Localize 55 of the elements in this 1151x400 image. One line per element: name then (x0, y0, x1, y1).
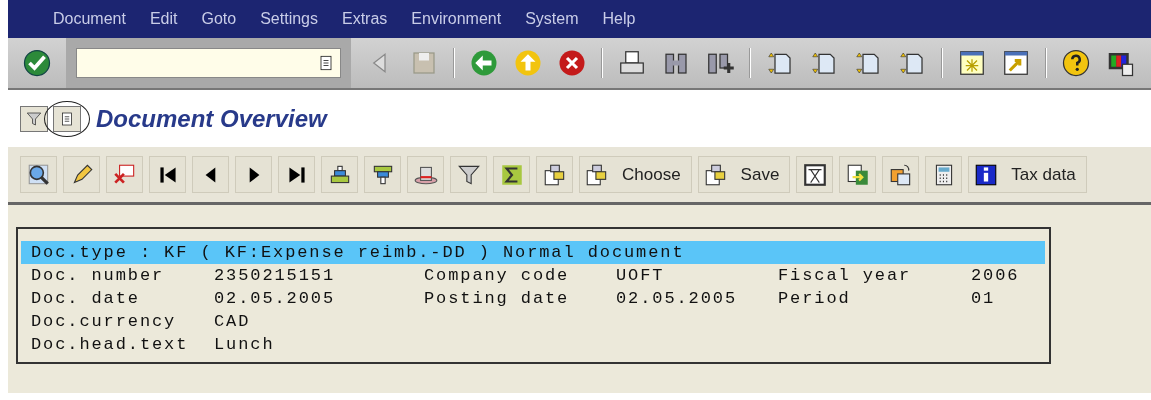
command-field[interactable] (76, 48, 341, 78)
enter-icon[interactable] (22, 48, 52, 78)
field-value: UOFT (616, 265, 666, 287)
toolbar-button[interactable]: Choose (579, 156, 692, 193)
toolbar-button[interactable] (839, 156, 877, 193)
menu-item[interactable]: System (513, 0, 591, 38)
toolbar-button[interactable] (278, 156, 315, 193)
field-value: 02.05.2005 (616, 288, 739, 310)
field-value: 2006 (971, 265, 1020, 287)
menu-item[interactable]: Help (590, 0, 648, 38)
toolbar-button[interactable] (63, 156, 100, 193)
window-icon[interactable] (957, 48, 987, 78)
field-label: Doc. number (31, 265, 166, 287)
field-label: Doc. date (31, 288, 141, 310)
toolbar-button[interactable] (364, 156, 401, 193)
help-icon[interactable] (1061, 48, 1091, 78)
document-type-row: Doc.type : KF ( KF:Expense reimb.-DD ) Normal document (21, 241, 1045, 264)
back-icon[interactable] (469, 48, 499, 78)
toolbar-button[interactable] (192, 156, 229, 193)
field-value: Lunch (214, 334, 276, 356)
toolbar-button[interactable]: Tax data (968, 156, 1087, 193)
menu-item[interactable]: Edit (137, 0, 190, 38)
toolbar-button[interactable] (149, 156, 186, 193)
template-icon (801, 161, 828, 188)
field-label: Doc.currency (31, 311, 178, 333)
field-label: Company code (424, 265, 571, 287)
page-title: Document Overview (96, 103, 327, 134)
field-label: Period (778, 288, 852, 310)
toolbar-button[interactable] (20, 105, 48, 132)
toolbar-button[interactable] (450, 156, 487, 193)
toolbar-button[interactable] (20, 156, 57, 193)
toolbar-button[interactable] (321, 156, 358, 193)
field-value: 2350215151 (214, 265, 337, 287)
field-label: Doc.head.text (31, 334, 190, 356)
toolbar-button[interactable] (882, 156, 920, 193)
toolbar-button[interactable] (493, 156, 530, 193)
toolbar-button[interactable]: Save (697, 156, 791, 193)
window-icon[interactable] (1001, 48, 1031, 78)
menu-item[interactable]: Document (41, 0, 138, 38)
cancel-icon[interactable] (557, 48, 587, 78)
toolbar-button[interactable] (796, 156, 834, 193)
toolbar-button[interactable] (53, 105, 81, 132)
field-value: 01 (971, 288, 996, 310)
menu-item[interactable]: Extras (330, 0, 400, 38)
filter-icon (25, 110, 43, 129)
menu-item[interactable]: Settings (248, 0, 330, 38)
field-value: 02.05.2005 (214, 288, 337, 310)
field-label: Posting date (424, 288, 571, 310)
toolbar-button[interactable] (925, 156, 963, 193)
toolbar-button[interactable] (235, 156, 272, 193)
menu-item[interactable]: Environment (399, 0, 514, 38)
field-value: CAD (214, 311, 252, 333)
toolbar-button[interactable] (536, 156, 573, 193)
field-label: Fiscal year (778, 265, 913, 287)
menu-item[interactable]: Goto (189, 0, 249, 38)
